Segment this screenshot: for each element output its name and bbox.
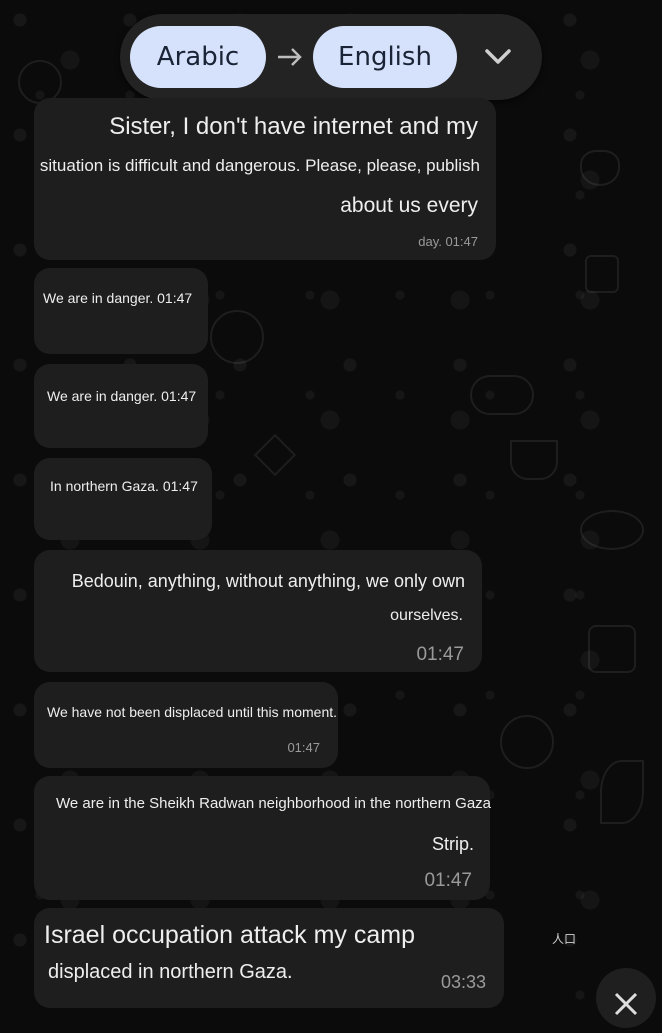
target-language-button[interactable]: English bbox=[313, 26, 457, 88]
message-time: 01:47 bbox=[424, 870, 472, 891]
doodle-cloud-icon bbox=[470, 375, 534, 415]
message-text: We are in danger. 01:47 bbox=[47, 388, 197, 404]
chevron-down-icon[interactable] bbox=[478, 38, 518, 76]
message-text: situation is difficult and dangerous. Pl… bbox=[39, 156, 480, 175]
side-label: 人口 bbox=[552, 932, 577, 946]
message-text: We are in the Sheikh Radwan neighborhood… bbox=[56, 795, 492, 812]
doodle-pot-icon bbox=[588, 625, 636, 673]
doodle-ball-icon bbox=[580, 510, 644, 550]
message-text: We are in danger. 01:47 bbox=[43, 290, 193, 306]
message-bubble[interactable]: In northern Gaza. 01:47 bbox=[34, 458, 212, 540]
doodle-lock-icon bbox=[585, 255, 619, 293]
message-text: Israel occupation attack my camp bbox=[44, 921, 415, 949]
doodle-leaf-icon bbox=[600, 760, 644, 824]
source-language-button[interactable]: Arabic bbox=[130, 26, 266, 88]
message-text: We have not been displaced until this mo… bbox=[47, 704, 338, 720]
message-time: 01:47 bbox=[287, 740, 320, 755]
message-time: 01:47 bbox=[416, 644, 464, 665]
message-time: day. 01:47 bbox=[418, 234, 478, 249]
close-button[interactable] bbox=[596, 968, 656, 1028]
message-bubble[interactable]: Israel occupation attack my camp displac… bbox=[34, 908, 504, 1008]
message-bubble[interactable]: We are in danger. 01:47 bbox=[34, 364, 208, 448]
message-text: Bedouin, anything, without anything, we … bbox=[71, 571, 465, 591]
message-bubble[interactable]: We are in the Sheikh Radwan neighborhood… bbox=[34, 776, 492, 900]
doodle-cup-icon bbox=[510, 440, 558, 480]
doodle-globe-icon bbox=[210, 310, 264, 364]
message-bubble[interactable]: Bedouin, anything, without anything, we … bbox=[34, 550, 482, 672]
doodle-face-icon bbox=[500, 715, 554, 769]
message-bubble[interactable]: Sister, I don't have internet and my sit… bbox=[34, 98, 496, 260]
message-text: In northern Gaza. 01:47 bbox=[50, 478, 198, 494]
message-bubble[interactable]: We have not been displaced until this mo… bbox=[34, 682, 338, 768]
message-text: Sister, I don't have internet and my bbox=[109, 113, 478, 140]
message-bubble[interactable]: We are in danger. 01:47 bbox=[34, 268, 208, 354]
message-text: Strip. bbox=[431, 834, 474, 854]
message-time: 03:33 bbox=[440, 972, 486, 992]
message-text: displaced in northern Gaza. bbox=[48, 961, 293, 983]
message-text: about us every bbox=[340, 194, 478, 217]
translate-bar: Arabic English bbox=[120, 14, 542, 100]
doodle-heart-icon bbox=[580, 150, 620, 186]
arrow-right-icon bbox=[278, 48, 302, 66]
close-icon bbox=[614, 992, 638, 1016]
message-text: ourselves. bbox=[390, 607, 463, 624]
